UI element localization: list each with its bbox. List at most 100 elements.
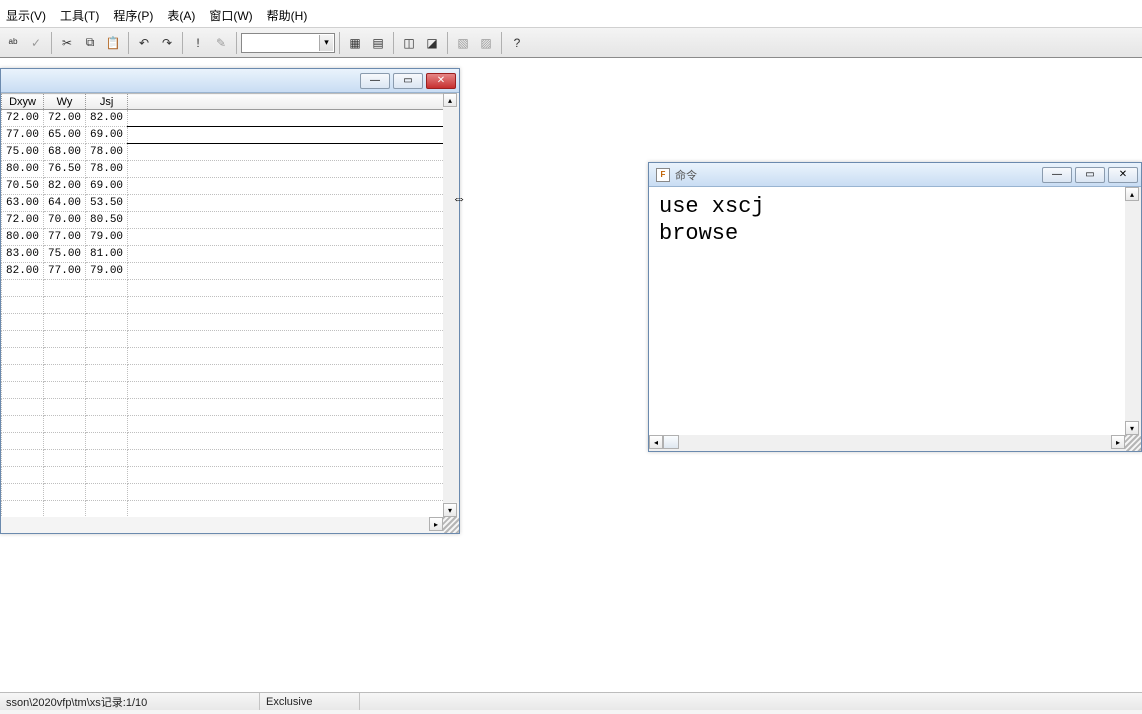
table-row[interactable]: 80.0076.5078.00 — [2, 161, 459, 178]
copy-icon[interactable]: ⧉ — [79, 32, 101, 54]
cell[interactable]: 82.00 — [2, 263, 44, 280]
menu-program[interactable]: 程序(P) — [111, 7, 155, 24]
cell[interactable] — [86, 399, 128, 416]
cell[interactable]: 76.50 — [44, 161, 86, 178]
cell[interactable] — [44, 348, 86, 365]
cell[interactable]: 77.00 — [44, 229, 86, 246]
cell[interactable] — [2, 416, 44, 433]
scroll-down-icon[interactable]: ▾ — [443, 503, 457, 517]
spellcheck-icon[interactable]: ᵃᵇ — [2, 32, 24, 54]
scroll-down-icon[interactable]: ▾ — [1125, 421, 1139, 435]
resize-grip[interactable] — [443, 517, 459, 533]
cell[interactable] — [2, 280, 44, 297]
cell-empty[interactable] — [128, 501, 459, 518]
cell[interactable] — [2, 467, 44, 484]
cell[interactable] — [44, 382, 86, 399]
cmd-vertical-scrollbar[interactable]: ▴ ▾ — [1125, 187, 1141, 435]
cell[interactable]: 82.00 — [44, 178, 86, 195]
cell[interactable] — [2, 501, 44, 518]
cell[interactable] — [86, 314, 128, 331]
cell-empty[interactable] — [128, 399, 459, 416]
menu-view[interactable]: 显示(V) — [4, 7, 48, 24]
table-row[interactable] — [2, 297, 459, 314]
cell[interactable]: 79.00 — [86, 263, 128, 280]
table-row[interactable] — [2, 382, 459, 399]
cell[interactable]: 75.00 — [44, 246, 86, 263]
cell[interactable] — [44, 433, 86, 450]
cut-icon[interactable]: ✂ — [56, 32, 78, 54]
cell[interactable] — [44, 467, 86, 484]
cell[interactable] — [2, 297, 44, 314]
resize-grip[interactable] — [1125, 435, 1141, 451]
paste-icon[interactable]: 📋 — [102, 32, 124, 54]
cell[interactable]: 72.00 — [2, 110, 44, 127]
scroll-right-icon[interactable]: ▸ — [1111, 435, 1125, 449]
cell-empty[interactable] — [128, 365, 459, 382]
cell[interactable]: 83.00 — [2, 246, 44, 263]
cell[interactable] — [44, 416, 86, 433]
database-combo[interactable]: ▾ — [241, 33, 335, 53]
cell-empty[interactable] — [128, 212, 459, 229]
cell-empty[interactable] — [128, 433, 459, 450]
cell-empty[interactable] — [128, 110, 459, 127]
cell[interactable] — [86, 467, 128, 484]
horizontal-scrollbar[interactable]: ▸ — [1, 517, 443, 533]
cell[interactable]: 70.50 — [2, 178, 44, 195]
cell[interactable]: 79.00 — [86, 229, 128, 246]
cell[interactable] — [2, 348, 44, 365]
scroll-up-icon[interactable]: ▴ — [1125, 187, 1139, 201]
cell[interactable] — [44, 331, 86, 348]
cell[interactable] — [2, 399, 44, 416]
cell-empty[interactable] — [128, 484, 459, 501]
menu-help[interactable]: 帮助(H) — [265, 7, 310, 24]
cell[interactable] — [86, 382, 128, 399]
cell-empty[interactable] — [128, 195, 459, 212]
cell[interactable]: 80.00 — [2, 161, 44, 178]
table-row[interactable]: 80.0077.0079.00 — [2, 229, 459, 246]
cell[interactable]: 75.00 — [2, 144, 44, 161]
cell-empty[interactable] — [128, 178, 459, 195]
cell[interactable]: 77.00 — [2, 127, 44, 144]
table-row[interactable] — [2, 467, 459, 484]
cell[interactable]: 70.00 — [44, 212, 86, 229]
modify-icon[interactable]: ✎ — [210, 32, 232, 54]
cell-empty[interactable] — [128, 314, 459, 331]
close-button[interactable]: ✕ — [426, 73, 456, 89]
cell[interactable]: 80.50 — [86, 212, 128, 229]
cell-empty[interactable] — [128, 382, 459, 399]
table-row[interactable] — [2, 416, 459, 433]
cell[interactable]: 80.00 — [2, 229, 44, 246]
table-row[interactable] — [2, 348, 459, 365]
cell-empty[interactable] — [128, 467, 459, 484]
run-icon[interactable]: ! — [187, 32, 209, 54]
cell[interactable]: 68.00 — [44, 144, 86, 161]
cell[interactable] — [2, 484, 44, 501]
table-row[interactable] — [2, 314, 459, 331]
cell[interactable] — [86, 348, 128, 365]
table-row[interactable] — [2, 484, 459, 501]
cell[interactable]: 72.00 — [2, 212, 44, 229]
cell[interactable] — [2, 382, 44, 399]
cell[interactable] — [2, 331, 44, 348]
scroll-left-icon[interactable]: ◂ — [649, 435, 663, 449]
menu-window[interactable]: 窗口(W) — [207, 7, 254, 24]
vertical-scrollbar[interactable]: ▴ ▾ — [443, 93, 459, 517]
scroll-thumb[interactable] — [663, 435, 679, 449]
form-icon[interactable]: ▦ — [344, 32, 366, 54]
table-row[interactable]: 75.0068.0078.00 — [2, 144, 459, 161]
table-row[interactable] — [2, 331, 459, 348]
maximize-button[interactable]: ▭ — [393, 73, 423, 89]
cell[interactable] — [44, 280, 86, 297]
cell[interactable] — [86, 416, 128, 433]
cell[interactable] — [44, 501, 86, 518]
cell[interactable] — [2, 450, 44, 467]
table-row[interactable] — [2, 280, 459, 297]
cmd-horizontal-scrollbar[interactable]: ◂ ▸ — [649, 435, 1125, 451]
col-header-wy[interactable]: Wy — [44, 94, 86, 110]
autoform-icon[interactable]: ◫ — [398, 32, 420, 54]
cell[interactable] — [44, 484, 86, 501]
cell[interactable] — [86, 433, 128, 450]
menu-table[interactable]: 表(A) — [165, 7, 197, 24]
table-row[interactable] — [2, 399, 459, 416]
cell[interactable]: 82.00 — [86, 110, 128, 127]
